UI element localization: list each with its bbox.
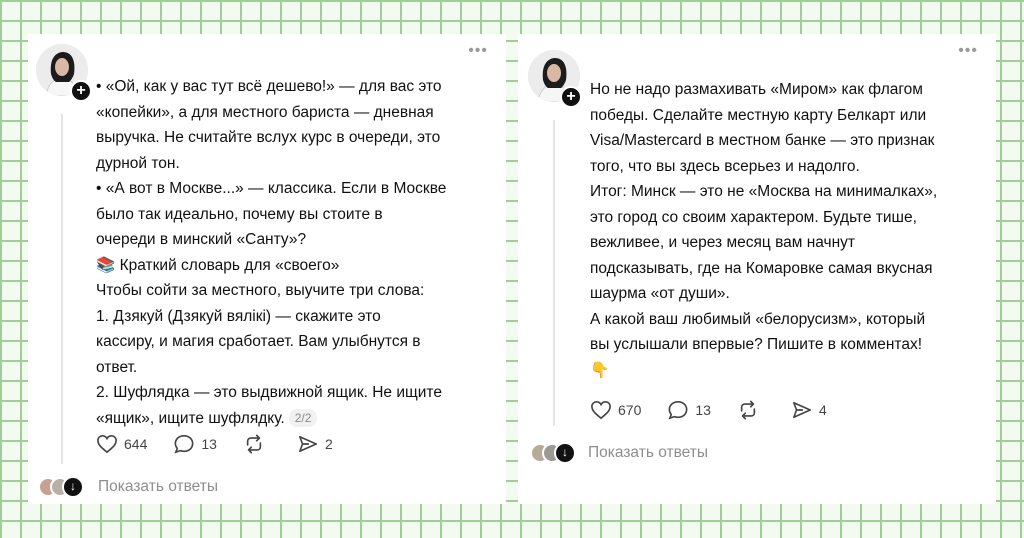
thread-line xyxy=(61,114,63,464)
post-text-line: очереди в минский «Санту»? xyxy=(96,231,307,248)
post-text-line: подсказывать, где на Комаровке самая вку… xyxy=(590,259,933,277)
comment-bubble-icon xyxy=(174,434,194,454)
post-text-line: • «А вот в Москве...» — классика. Если в… xyxy=(96,180,447,197)
arrow-down-icon: ↓ xyxy=(62,476,84,498)
post-text-line: того, что вы здесь всерьез и надолго. xyxy=(590,157,860,175)
post-text-line: 1. Дзякуй (Дзякуй вялікі) — скажите это xyxy=(96,307,381,325)
like-count: 644 xyxy=(124,436,148,452)
post-text-line: шаурма «от души». xyxy=(590,285,730,302)
post-text-line: победы. Сделайте местную карту Белкарт и… xyxy=(590,106,927,124)
follow-plus-icon[interactable]: + xyxy=(70,80,92,102)
send-icon xyxy=(792,401,811,419)
repost-icon xyxy=(246,434,262,454)
repost-icon xyxy=(740,400,756,420)
post-text: Но не надо размахивать «Миром» как флаго… xyxy=(590,77,995,383)
post-text-line: «ящик», ищите шуфлядку. xyxy=(96,409,285,427)
comment-button[interactable]: 13 xyxy=(667,400,711,420)
show-replies-label[interactable]: Показать ответы xyxy=(98,478,218,496)
post-text-line: дурной тон. xyxy=(96,154,180,172)
send-icon xyxy=(298,435,317,453)
post-text-line: было так идеально, почему вы стоите в xyxy=(96,205,383,223)
post-text-line: 📚 Краткий словарь для «своего» xyxy=(96,256,340,274)
post-text-line: это город со своим характером. Будьте ти… xyxy=(590,208,917,226)
arrow-down-icon: ↓ xyxy=(554,442,576,464)
repost-button[interactable] xyxy=(737,400,765,420)
post-text-line: Но не надо размахивать «Миром» как флаго… xyxy=(590,81,923,98)
repost-button[interactable] xyxy=(243,434,271,454)
reply-avatars: ↓ xyxy=(38,476,94,498)
page-badge: 2/2 xyxy=(288,408,318,427)
post-text-line: А какой ваш любимый «белорусизм», которы… xyxy=(590,310,926,328)
post-text-line: «копейки», а для местного бариста — днев… xyxy=(96,103,434,121)
comment-count: 13 xyxy=(695,402,711,418)
post-text-line: Visa/Mastercard в местном банке — это пр… xyxy=(590,132,935,149)
post-text: • «Ой, как у вас тут всё дешево!» — для … xyxy=(96,74,501,431)
share-count: 4 xyxy=(818,402,827,418)
heart-icon xyxy=(591,400,611,420)
share-button[interactable]: 2 xyxy=(297,434,333,454)
post-text-line: Итог: Минск — это не «Москва на минималк… xyxy=(590,183,938,200)
post-text-line: 👇 xyxy=(590,361,610,379)
show-replies[interactable]: ↓ Показать ответы xyxy=(530,442,708,464)
comment-count: 13 xyxy=(201,436,217,452)
post-text-line: выручка. Не считайте вслух курс в очеред… xyxy=(96,129,441,146)
post-card-left: ••• + • «Ой, как у вас тут всё дешево!» … xyxy=(28,34,506,504)
post-text-line-last: «ящик», ищите шуфлядку. 2/2 xyxy=(96,406,501,432)
action-bar: 670 13 4 xyxy=(590,400,853,420)
share-button[interactable]: 4 xyxy=(791,400,827,420)
like-count: 670 xyxy=(618,402,642,418)
reply-avatars: ↓ xyxy=(530,442,586,464)
post-card-right: ••• + Но не надо размахивать «Миром» как… xyxy=(518,34,996,504)
post-text-line: вы услышали впервые? Пишите в комментах! xyxy=(590,336,923,353)
show-replies-label[interactable]: Показать ответы xyxy=(588,444,708,462)
share-count: 2 xyxy=(324,436,333,452)
post-text-line: 2. Шуфлядка — это выдвижной ящик. Не ищи… xyxy=(96,384,442,401)
more-dots-icon[interactable]: ••• xyxy=(468,43,488,59)
action-bar: 644 13 2 xyxy=(96,434,359,454)
post-text-line: вежливее, и через месяц вам начнут xyxy=(590,234,856,251)
show-replies[interactable]: ↓ Показать ответы xyxy=(38,476,218,498)
post-text-line: Чтобы сойти за местного, выучите три сло… xyxy=(96,282,425,299)
post-text-line: кассиру, и магия сработает. Вам улыбнутс… xyxy=(96,333,421,350)
follow-plus-icon[interactable]: + xyxy=(560,86,582,108)
post-text-line: • «Ой, как у вас тут всё дешево!» — для … xyxy=(96,78,442,95)
thread-line xyxy=(553,120,555,426)
like-button[interactable]: 670 xyxy=(590,400,641,420)
comment-button[interactable]: 13 xyxy=(173,434,217,454)
post-text-line: ответ. xyxy=(96,358,138,376)
like-button[interactable]: 644 xyxy=(96,434,147,454)
heart-icon xyxy=(97,434,117,454)
comment-bubble-icon xyxy=(668,400,688,420)
more-dots-icon[interactable]: ••• xyxy=(958,43,978,59)
